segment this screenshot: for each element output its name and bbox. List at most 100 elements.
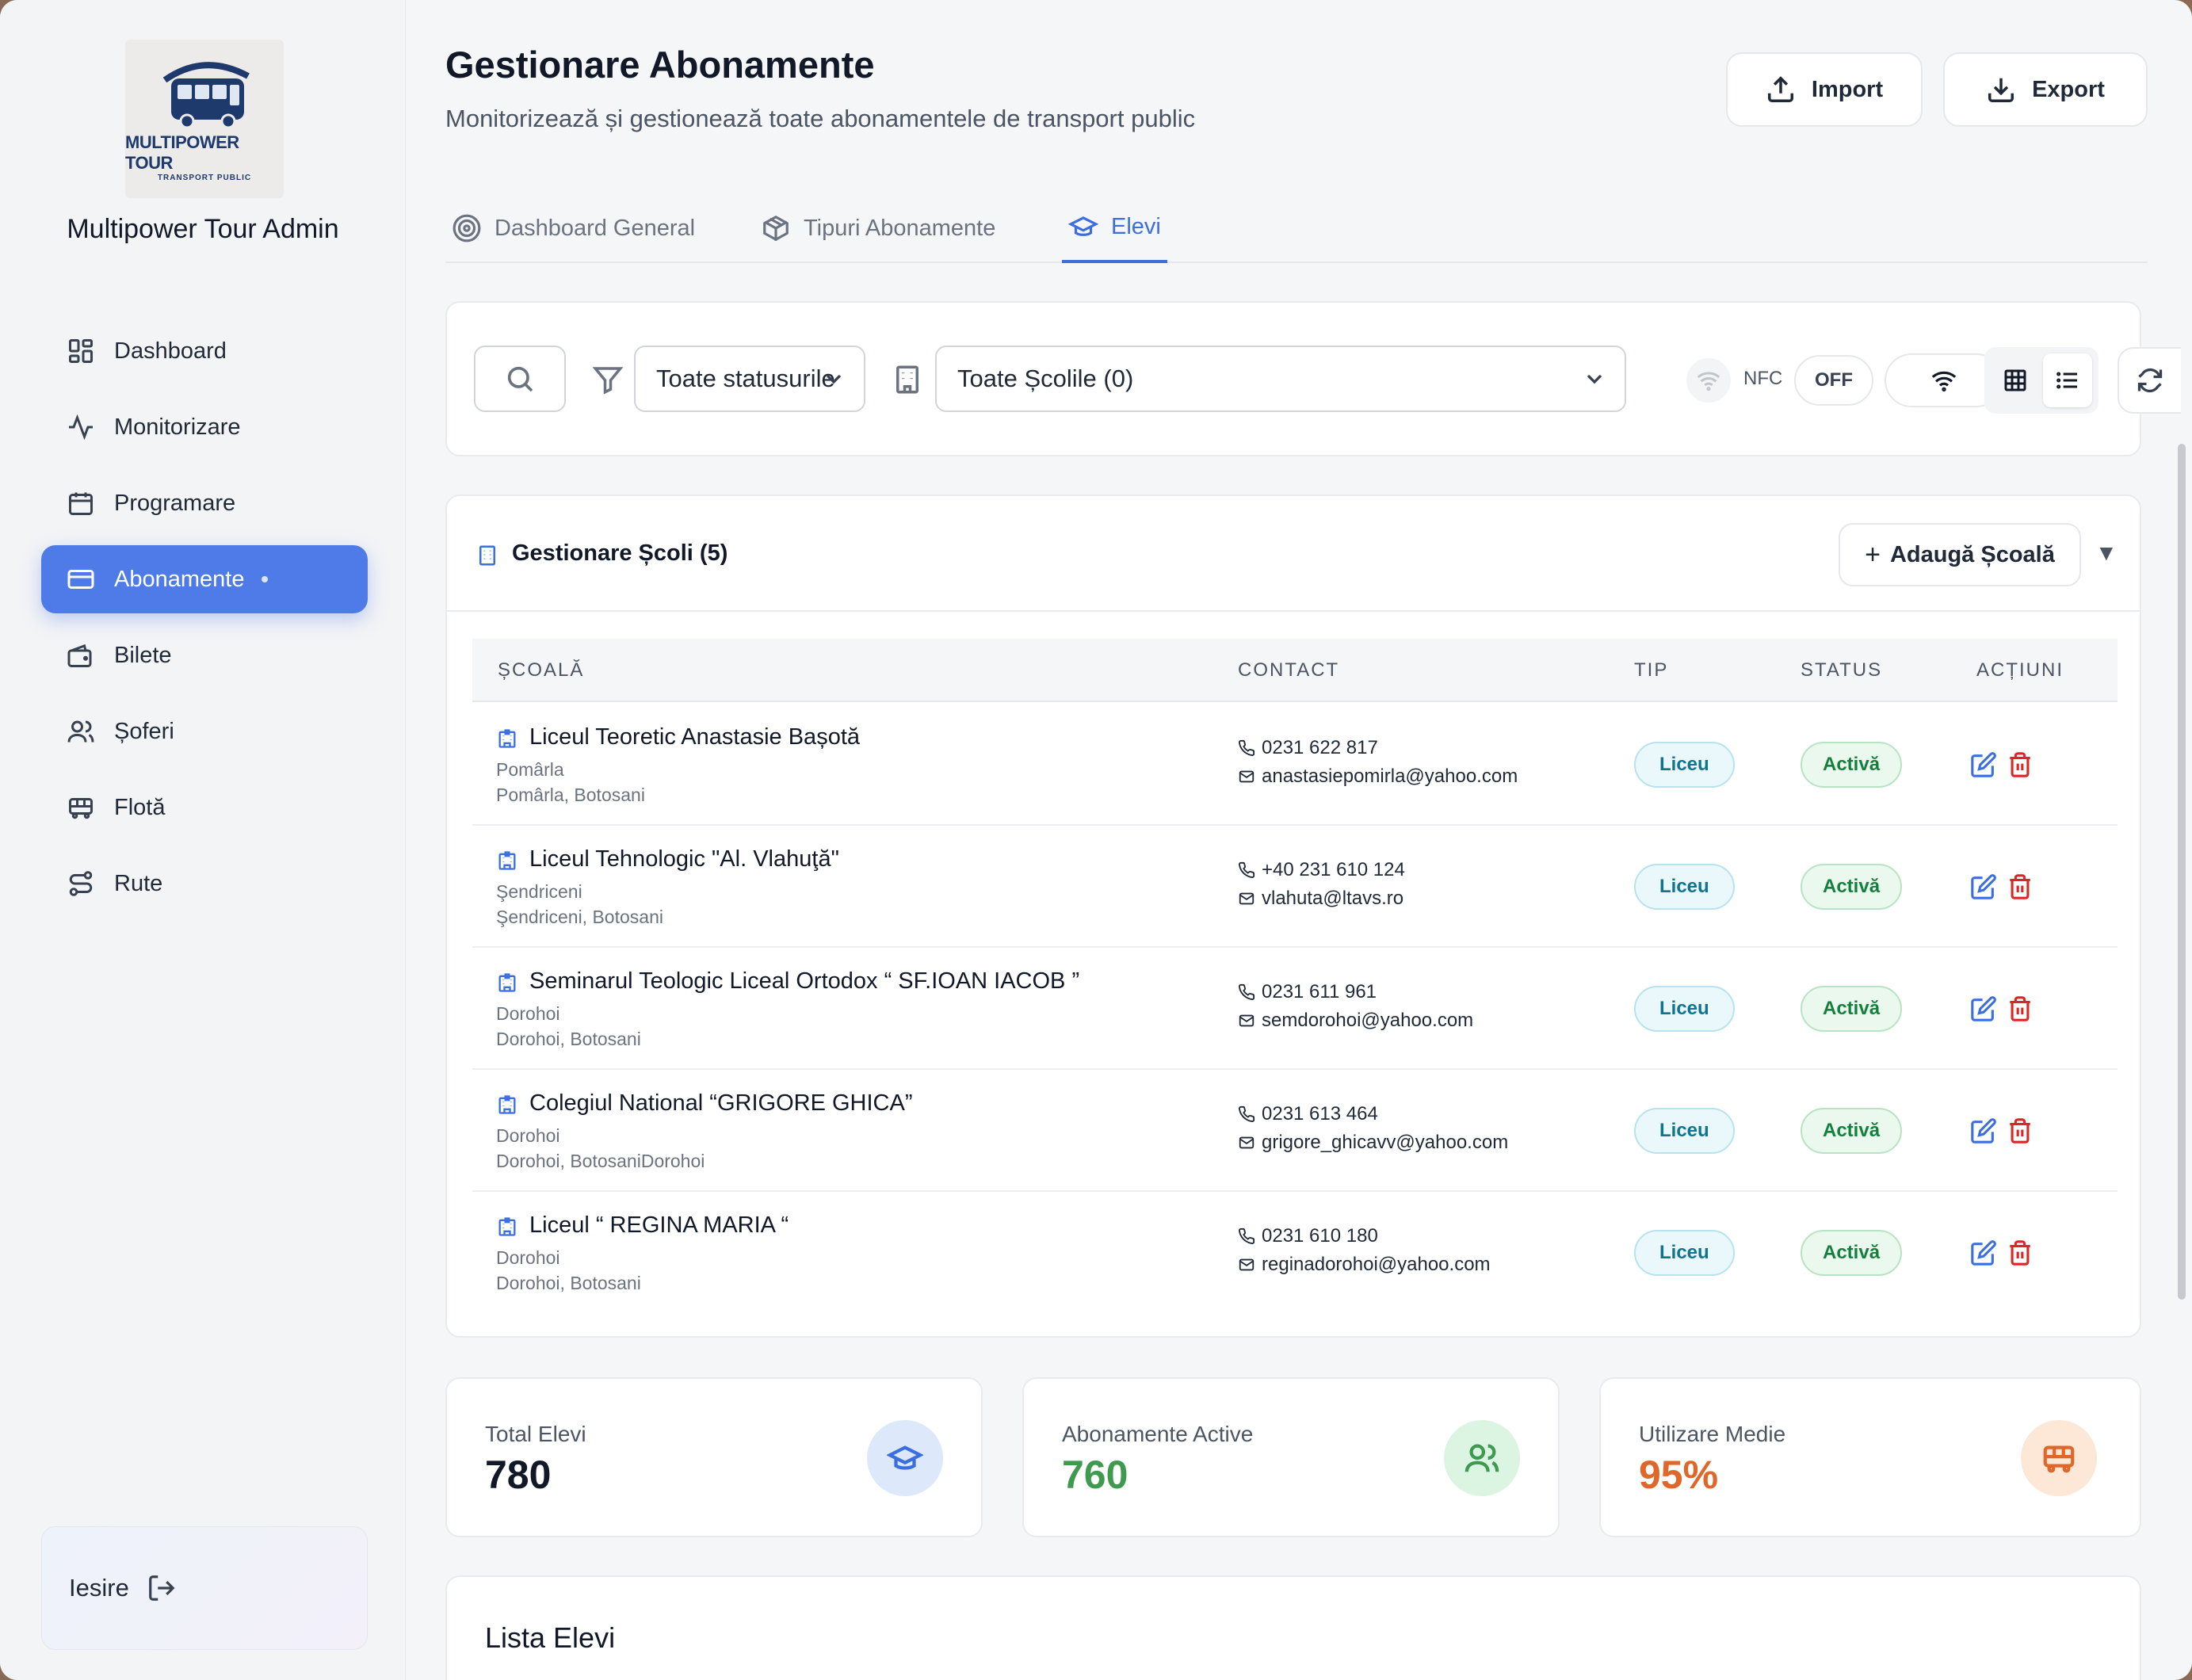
calendar-icon — [69, 492, 93, 515]
nfc-label: NFC — [1743, 368, 1783, 389]
type-badge: Liceu — [1634, 742, 1735, 788]
trash-icon[interactable] — [2007, 873, 2034, 900]
view-toggle — [1984, 347, 2098, 414]
school-select[interactable]: Toate Școlile (0) — [935, 346, 1626, 412]
stat-card-total-elevi: Total Elevi 780 — [445, 1377, 983, 1537]
stat-icon-badge — [1444, 1420, 1520, 1496]
target-icon — [453, 214, 481, 242]
trash-icon[interactable] — [2007, 751, 2034, 778]
activity-icon — [69, 414, 93, 441]
export-button[interactable]: Export — [1943, 52, 2148, 127]
stat-label: Utilizare Medie — [1639, 1422, 1786, 1446]
school-phone: 0231 622 817 — [1238, 737, 1378, 759]
tab-label: Elevi — [1111, 213, 1161, 239]
trash-icon[interactable] — [2007, 1239, 2034, 1266]
sidebar-item-bilete[interactable]: Bilete — [41, 621, 368, 689]
school-locality: Dorohoi — [496, 1125, 560, 1146]
school-email: reginadorohoi@yahoo.com — [1238, 1254, 1491, 1276]
list-view-button[interactable] — [2043, 353, 2092, 407]
table-row: Liceul “ REGINA MARIA “ Dorohoi Dorohoi, B… — [472, 1192, 2118, 1314]
route-icon — [69, 871, 93, 896]
grid-view-button[interactable] — [1991, 353, 2040, 407]
school-email: semdorohoi@yahoo.com — [1238, 1010, 1473, 1032]
school-building-icon — [498, 729, 516, 748]
school-email-text: anastasiepomirla@yahoo.com — [1262, 766, 1518, 787]
package-icon — [763, 215, 789, 242]
bus-icon — [2043, 1445, 2075, 1473]
import-label: Import — [1811, 76, 1884, 102]
status-badge: Activă — [1801, 1108, 1903, 1154]
column-header-type: TIP — [1634, 659, 1669, 681]
grid-icon — [2004, 369, 2026, 391]
scrollbar[interactable] — [2178, 444, 2186, 1300]
status-badge: Activă — [1801, 1230, 1903, 1276]
sidebar-item-programare[interactable]: Programare — [41, 469, 368, 537]
stat-icon-badge — [2021, 1420, 2097, 1496]
wifi-icon — [1931, 371, 1957, 392]
page-title: Gestionare Abonamente — [445, 44, 875, 86]
refresh-button[interactable] — [2118, 347, 2181, 414]
trash-icon[interactable] — [2007, 1117, 2034, 1144]
trash-icon[interactable] — [2007, 995, 2034, 1022]
phone-icon — [1239, 739, 1255, 756]
edit-icon[interactable] — [1970, 873, 1997, 900]
schools-panel-title: Gestionare Școli (5) — [512, 540, 728, 566]
search-input[interactable] — [474, 346, 566, 412]
sidebar-item-soferi[interactable]: Șoferi — [41, 697, 368, 766]
nfc-status-indicator — [1686, 358, 1731, 403]
table-header: ȘCOALĂ CONTACT TIP STATUS ACȚIUNI — [472, 639, 2118, 702]
school-phone-text: 0231 611 961 — [1262, 981, 1377, 1002]
edit-icon[interactable] — [1970, 751, 1997, 778]
sidebar-item-label: Șoferi — [114, 718, 174, 744]
logout-button[interactable]: Iesire — [41, 1526, 368, 1650]
school-building-icon — [498, 1217, 516, 1236]
school-address: Dorohoi, BotosaniDorohoi — [496, 1151, 705, 1171]
status-select[interactable]: Toate statusurile — [634, 346, 865, 412]
mail-icon — [1239, 1014, 1254, 1027]
logout-icon — [148, 1575, 175, 1601]
edit-icon[interactable] — [1970, 1239, 1997, 1266]
import-button[interactable]: Import — [1726, 52, 1923, 127]
nfc-toggle[interactable]: OFF — [1794, 355, 1873, 406]
school-address: Pomârla, Botosani — [496, 785, 645, 805]
school-phone-text: +40 231 610 124 — [1262, 859, 1405, 880]
plus-icon: + — [1865, 539, 1881, 570]
school-email: vlahuta@ltavs.ro — [1238, 888, 1403, 910]
edit-icon[interactable] — [1970, 1117, 1997, 1144]
stat-card-abonamente-active: Abonamente Active 760 — [1022, 1377, 1560, 1537]
type-badge: Liceu — [1634, 986, 1735, 1032]
tab-elevi[interactable]: Elevi — [1062, 193, 1167, 263]
sidebar-item-label: Bilete — [114, 642, 172, 668]
stat-card-utilizare-medie: Utilizare Medie 95% — [1599, 1377, 2141, 1537]
tab-dashboard-general[interactable]: Dashboard General — [452, 193, 695, 263]
credit-card-icon — [67, 570, 94, 589]
table-row: Colegiul National “GRIGORE GHICA” Dorohoi… — [472, 1070, 2118, 1192]
filter-icon — [592, 367, 624, 395]
collapse-toggle-icon[interactable]: ▼ — [2095, 540, 2118, 566]
add-school-button[interactable]: + Adaugă Școală — [1839, 523, 2081, 586]
sidebar-item-abonamente[interactable]: Abonamente — [41, 545, 368, 613]
school-name: Liceul “ REGINA MARIA “ — [529, 1212, 789, 1238]
school-phone: 0231 610 180 — [1238, 1225, 1378, 1247]
phone-icon — [1239, 1228, 1255, 1244]
sidebar-item-flota[interactable]: Flotă — [41, 773, 368, 842]
bus-icon — [69, 798, 93, 819]
tab-tipuri-abonamente[interactable]: Tipuri Abonamente — [761, 193, 995, 263]
column-header-status: STATUS — [1801, 659, 1883, 681]
phone-icon — [1239, 861, 1255, 878]
sidebar: MULTIPOWER TOUR TRANSPORT PUBLIC Multipo… — [0, 0, 406, 1680]
stat-label: Total Elevi — [485, 1422, 586, 1446]
chevron-down-icon — [826, 374, 842, 384]
mail-icon — [1239, 1258, 1254, 1271]
school-phone-text: 0231 610 180 — [1262, 1225, 1378, 1247]
sidebar-item-dashboard[interactable]: Dashboard — [41, 317, 368, 385]
sidebar-item-monitorizare[interactable]: Monitorizare — [41, 393, 368, 461]
school-name: Liceul Tehnologic "Al. Vlahuţă" — [529, 846, 839, 872]
sidebar-item-rute[interactable]: Rute — [41, 850, 368, 918]
school-address: Dorohoi, Botosani — [496, 1029, 641, 1049]
type-badge: Liceu — [1634, 1108, 1735, 1154]
sidebar-item-label: Programare — [114, 490, 236, 516]
users-icon — [67, 720, 94, 743]
school-phone: 0231 613 464 — [1238, 1103, 1378, 1125]
edit-icon[interactable] — [1970, 995, 1997, 1022]
